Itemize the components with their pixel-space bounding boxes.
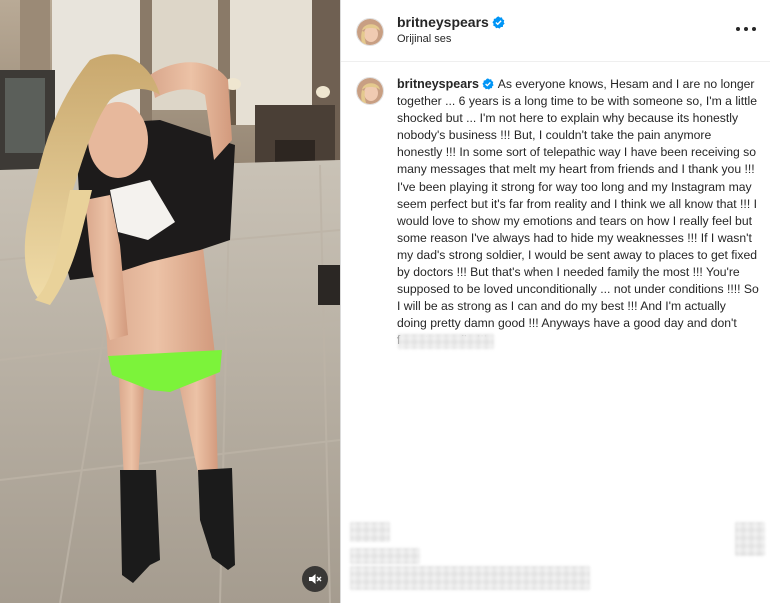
caption-avatar[interactable] xyxy=(356,77,384,105)
blurred-comment-box xyxy=(350,566,590,590)
post-author-username[interactable]: britneyspears xyxy=(397,14,489,30)
blurred-likes-count xyxy=(350,548,420,564)
audio-label[interactable]: Orijinal ses xyxy=(397,33,451,45)
verified-badge-icon xyxy=(482,78,495,91)
avatar[interactable] xyxy=(356,18,384,46)
panel-divider xyxy=(340,0,341,603)
mute-toggle-button[interactable] xyxy=(302,566,328,592)
video-frame xyxy=(0,0,340,603)
post-caption: britneyspears As everyone knows, Hesam a… xyxy=(397,76,759,350)
muted-speaker-icon xyxy=(308,572,322,586)
caption-text: As everyone knows, Hesam and I are no lo… xyxy=(397,77,759,347)
blurred-timestamp xyxy=(398,334,494,349)
post-video[interactable] xyxy=(0,0,340,603)
caption-username[interactable]: britneyspears xyxy=(397,77,479,91)
verified-badge-icon xyxy=(492,16,505,29)
blurred-like-icon xyxy=(350,522,390,542)
post-header: britneyspears Orijinal ses xyxy=(341,0,770,62)
more-options-icon[interactable] xyxy=(736,22,756,36)
blurred-save-icon xyxy=(735,522,765,556)
